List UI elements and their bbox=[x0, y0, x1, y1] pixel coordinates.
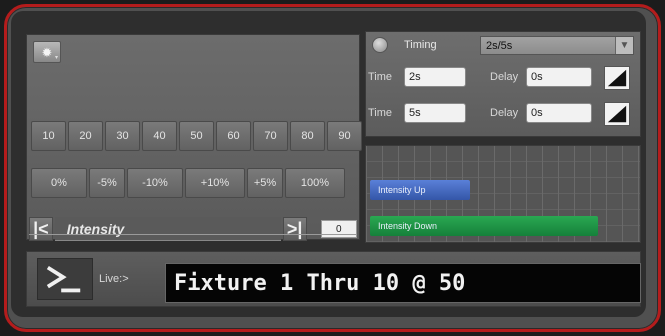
cue-block-intensity-up[interactable]: Intensity Up bbox=[370, 180, 470, 200]
percent-button-plus10[interactable]: +10% bbox=[185, 168, 245, 198]
timing-preset-select[interactable]: 2s/5s ▼ bbox=[480, 36, 634, 55]
level-button-90[interactable]: 90 bbox=[327, 121, 362, 151]
timing-preset-value: 2s/5s bbox=[486, 39, 513, 52]
timing-row: Time 2s Delay 0s bbox=[366, 66, 642, 90]
level-button-40[interactable]: 40 bbox=[142, 121, 177, 151]
chevron-down-icon: ▼ bbox=[615, 37, 633, 54]
command-mode-label: Live:> bbox=[99, 273, 129, 285]
intensity-level-buttons: 10 20 30 40 50 60 70 80 90 bbox=[31, 121, 362, 151]
percent-button-minus10[interactable]: -10% bbox=[127, 168, 183, 198]
command-input[interactable]: Fixture 1 Thru 10 @ 50 bbox=[165, 263, 641, 303]
fade-curve-icon bbox=[607, 105, 627, 123]
cue-block-intensity-down[interactable]: Intensity Down bbox=[370, 216, 598, 236]
level-button-10[interactable]: 10 bbox=[31, 121, 66, 151]
timing-toggle-button[interactable] bbox=[372, 37, 388, 53]
level-button-20[interactable]: 20 bbox=[68, 121, 103, 151]
fade-curve-button[interactable] bbox=[604, 102, 630, 126]
skip-back-icon: |< bbox=[33, 218, 49, 239]
level-button-30[interactable]: 30 bbox=[105, 121, 140, 151]
sun-icon: ✹ bbox=[41, 44, 53, 60]
time-input[interactable]: 5s bbox=[404, 103, 466, 123]
percent-button-0[interactable]: 0% bbox=[31, 168, 87, 198]
percent-button-plus5[interactable]: +5% bbox=[247, 168, 283, 198]
highlight-button[interactable]: ✹ ▾ bbox=[33, 41, 61, 63]
fade-curve-button[interactable] bbox=[604, 66, 630, 90]
time-label: Time bbox=[368, 71, 393, 83]
chevron-down-icon: ▾ bbox=[54, 55, 58, 61]
timing-row: Time 5s Delay 0s bbox=[366, 102, 642, 126]
time-input[interactable]: 2s bbox=[404, 67, 466, 87]
delay-label: Delay bbox=[490, 107, 519, 119]
next-attribute-button[interactable]: >| bbox=[282, 217, 307, 241]
timing-panel: Timing 2s/5s ▼ Time 2s Delay 0s Time 5s … bbox=[365, 31, 641, 137]
intensity-value-field[interactable]: 0 bbox=[320, 220, 357, 238]
percent-button-100[interactable]: 100% bbox=[285, 168, 345, 198]
level-button-70[interactable]: 70 bbox=[253, 121, 288, 151]
time-label: Time bbox=[368, 107, 393, 119]
terminal-prompt-icon bbox=[37, 258, 93, 300]
command-line-bar: Live:> Fixture 1 Thru 10 @ 50 bbox=[26, 251, 641, 307]
level-button-60[interactable]: 60 bbox=[216, 121, 251, 151]
level-button-50[interactable]: 50 bbox=[179, 121, 214, 151]
intensity-panel: ✹ ▾ 10 20 30 40 50 60 70 80 90 0% -5% -1… bbox=[26, 34, 362, 243]
intensity-percent-buttons: 0% -5% -10% +10% +5% 100% bbox=[31, 168, 345, 198]
level-button-80[interactable]: 80 bbox=[290, 121, 325, 151]
previous-attribute-button[interactable]: |< bbox=[29, 217, 53, 241]
timing-label: Timing bbox=[404, 39, 437, 51]
delay-label: Delay bbox=[490, 71, 519, 83]
fade-curve-icon bbox=[607, 69, 627, 87]
attribute-label: Intensity bbox=[54, 217, 281, 241]
percent-button-minus5[interactable]: -5% bbox=[89, 168, 125, 198]
delay-input[interactable]: 0s bbox=[526, 67, 592, 87]
delay-input[interactable]: 0s bbox=[526, 103, 592, 123]
intensity-attribute-bar: |< Intensity >| 0 bbox=[29, 215, 357, 243]
divider bbox=[29, 234, 357, 235]
skip-forward-icon: >| bbox=[286, 218, 303, 239]
cue-timeline[interactable]: Intensity Up Intensity Down bbox=[365, 145, 641, 243]
